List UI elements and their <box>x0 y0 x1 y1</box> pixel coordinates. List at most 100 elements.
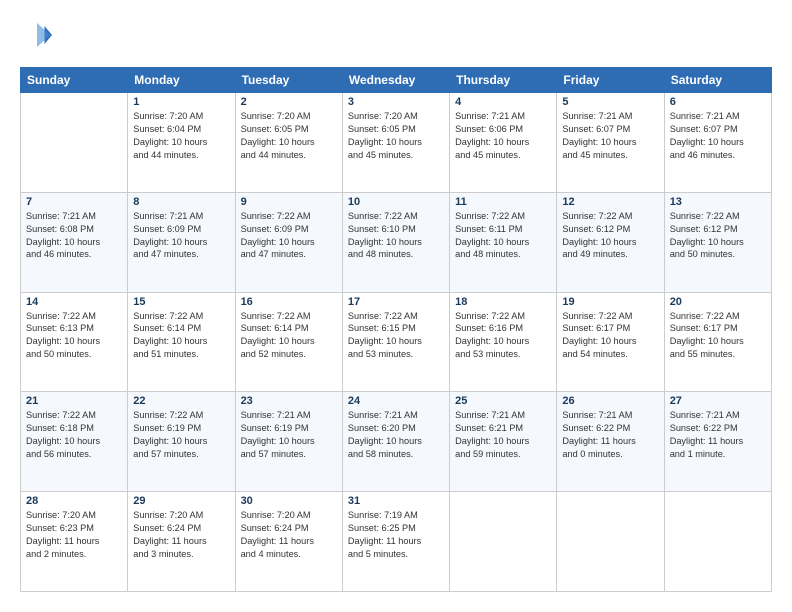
calendar-cell: 31 Sunrise: 7:19 AM Sunset: 6:25 PM Dayli… <box>342 492 449 592</box>
calendar-cell: 30Sunrise: 7:20 AM Sunset: 6:24 PM Dayli… <box>235 492 342 592</box>
day-info: Sunrise: 7:21 AM Sunset: 6:19 PM Dayligh… <box>241 409 337 461</box>
day-info: Sunrise: 7:22 AM Sunset: 6:17 PM Dayligh… <box>670 310 766 362</box>
weekday-header-thursday: Thursday <box>450 68 557 93</box>
logo-icon <box>22 20 52 50</box>
day-number: 28 <box>26 495 122 507</box>
weekday-header-wednesday: Wednesday <box>342 68 449 93</box>
day-info: Sunrise: 7:20 AM Sunset: 6:24 PM Dayligh… <box>133 509 229 561</box>
day-number: 8 <box>133 196 229 208</box>
day-info: Sunrise: 7:21 AM Sunset: 6:08 PM Dayligh… <box>26 210 122 262</box>
calendar-cell: 24 Sunrise: 7:21 AM Sunset: 6:20 PM Dayli… <box>342 392 449 492</box>
day-number: 16 <box>241 296 337 308</box>
day-info: Sunrise: 7:21 AM Sunset: 6:20 PM Dayligh… <box>348 409 444 461</box>
day-number: 25 <box>455 395 551 407</box>
calendar-cell: 9 Sunrise: 7:22 AM Sunset: 6:09 PM Daylig… <box>235 192 342 292</box>
day-info: Sunrise: 7:21 AM Sunset: 6:07 PM Dayligh… <box>562 110 658 162</box>
day-info: Sunrise: 7:22 AM Sunset: 6:16 PM Dayligh… <box>455 310 551 362</box>
day-number: 22 <box>133 395 229 407</box>
week-row-3: 14Sunrise: 7:22 AM Sunset: 6:13 PM Dayli… <box>21 292 772 392</box>
calendar-cell: 21 Sunrise: 7:22 AM Sunset: 6:18 PM Dayli… <box>21 392 128 492</box>
day-info: Sunrise: 7:20 AM Sunset: 6:23 PM Dayligh… <box>26 509 122 561</box>
calendar-cell: 26 Sunrise: 7:21 AM Sunset: 6:22 PM Dayli… <box>557 392 664 492</box>
day-number: 29 <box>133 495 229 507</box>
weekday-header-sunday: Sunday <box>21 68 128 93</box>
week-row-5: 28 Sunrise: 7:20 AM Sunset: 6:23 PM Dayli… <box>21 492 772 592</box>
header <box>20 20 772 55</box>
day-number: 13 <box>670 196 766 208</box>
day-number: 7 <box>26 196 122 208</box>
day-info: Sunrise: 7:20 AM Sunset: 6:04 PM Dayligh… <box>133 110 229 162</box>
day-number: 26 <box>562 395 658 407</box>
calendar-cell: 20 Sunrise: 7:22 AM Sunset: 6:17 PM Dayli… <box>664 292 771 392</box>
calendar-cell: 27 Sunrise: 7:21 AM Sunset: 6:22 PM Dayli… <box>664 392 771 492</box>
calendar-cell: 14Sunrise: 7:22 AM Sunset: 6:13 PM Dayli… <box>21 292 128 392</box>
calendar-cell: 22 Sunrise: 7:22 AM Sunset: 6:19 PM Dayli… <box>128 392 235 492</box>
calendar-cell: 16 Sunrise: 7:22 AM Sunset: 6:14 PM Dayli… <box>235 292 342 392</box>
calendar-cell: 10 Sunrise: 7:22 AM Sunset: 6:10 PM Dayli… <box>342 192 449 292</box>
day-number: 24 <box>348 395 444 407</box>
weekday-header-tuesday: Tuesday <box>235 68 342 93</box>
day-number: 1 <box>133 96 229 108</box>
day-info: Sunrise: 7:21 AM Sunset: 6:21 PM Dayligh… <box>455 409 551 461</box>
day-info: Sunrise: 7:21 AM Sunset: 6:22 PM Dayligh… <box>562 409 658 461</box>
day-number: 23 <box>241 395 337 407</box>
day-info: Sunrise: 7:22 AM Sunset: 6:18 PM Dayligh… <box>26 409 122 461</box>
calendar-cell: 28 Sunrise: 7:20 AM Sunset: 6:23 PM Dayli… <box>21 492 128 592</box>
week-row-1: 1 Sunrise: 7:20 AM Sunset: 6:04 PM Daylig… <box>21 93 772 193</box>
day-number: 30 <box>241 495 337 507</box>
day-info: Sunrise: 7:20 AM Sunset: 6:05 PM Dayligh… <box>348 110 444 162</box>
weekday-header-row: SundayMondayTuesdayWednesdayThursdayFrid… <box>21 68 772 93</box>
calendar-cell: 23 Sunrise: 7:21 AM Sunset: 6:19 PM Dayli… <box>235 392 342 492</box>
calendar-cell: 5Sunrise: 7:21 AM Sunset: 6:07 PM Daylig… <box>557 93 664 193</box>
week-row-2: 7 Sunrise: 7:21 AM Sunset: 6:08 PM Daylig… <box>21 192 772 292</box>
calendar-cell: 3 Sunrise: 7:20 AM Sunset: 6:05 PM Daylig… <box>342 93 449 193</box>
day-number: 20 <box>670 296 766 308</box>
day-number: 19 <box>562 296 658 308</box>
calendar-cell: 18 Sunrise: 7:22 AM Sunset: 6:16 PM Dayli… <box>450 292 557 392</box>
calendar-cell: 25 Sunrise: 7:21 AM Sunset: 6:21 PM Dayli… <box>450 392 557 492</box>
day-info: Sunrise: 7:22 AM Sunset: 6:12 PM Dayligh… <box>562 210 658 262</box>
calendar-cell: 2Sunrise: 7:20 AM Sunset: 6:05 PM Daylig… <box>235 93 342 193</box>
day-number: 31 <box>348 495 444 507</box>
calendar-cell: 6 Sunrise: 7:21 AM Sunset: 6:07 PM Daylig… <box>664 93 771 193</box>
day-info: Sunrise: 7:22 AM Sunset: 6:09 PM Dayligh… <box>241 210 337 262</box>
day-number: 6 <box>670 96 766 108</box>
day-number: 9 <box>241 196 337 208</box>
day-info: Sunrise: 7:21 AM Sunset: 6:09 PM Dayligh… <box>133 210 229 262</box>
calendar-cell: 19 Sunrise: 7:22 AM Sunset: 6:17 PM Dayli… <box>557 292 664 392</box>
day-info: Sunrise: 7:19 AM Sunset: 6:25 PM Dayligh… <box>348 509 444 561</box>
calendar-table: SundayMondayTuesdayWednesdayThursdayFrid… <box>20 67 772 592</box>
day-info: Sunrise: 7:22 AM Sunset: 6:19 PM Dayligh… <box>133 409 229 461</box>
day-info: Sunrise: 7:22 AM Sunset: 6:10 PM Dayligh… <box>348 210 444 262</box>
day-info: Sunrise: 7:21 AM Sunset: 6:22 PM Dayligh… <box>670 409 766 461</box>
calendar-cell <box>557 492 664 592</box>
calendar-cell: 4 Sunrise: 7:21 AM Sunset: 6:06 PM Daylig… <box>450 93 557 193</box>
calendar-cell: 8 Sunrise: 7:21 AM Sunset: 6:09 PM Daylig… <box>128 192 235 292</box>
day-number: 4 <box>455 96 551 108</box>
weekday-header-saturday: Saturday <box>664 68 771 93</box>
day-info: Sunrise: 7:22 AM Sunset: 6:14 PM Dayligh… <box>241 310 337 362</box>
day-number: 17 <box>348 296 444 308</box>
calendar-cell: 1 Sunrise: 7:20 AM Sunset: 6:04 PM Daylig… <box>128 93 235 193</box>
calendar-cell: 12 Sunrise: 7:22 AM Sunset: 6:12 PM Dayli… <box>557 192 664 292</box>
day-number: 11 <box>455 196 551 208</box>
day-number: 21 <box>26 395 122 407</box>
logo <box>20 20 52 55</box>
calendar-cell: 17 Sunrise: 7:22 AM Sunset: 6:15 PM Dayli… <box>342 292 449 392</box>
day-info: Sunrise: 7:22 AM Sunset: 6:15 PM Dayligh… <box>348 310 444 362</box>
day-number: 27 <box>670 395 766 407</box>
day-number: 2 <box>241 96 337 108</box>
weekday-header-monday: Monday <box>128 68 235 93</box>
calendar-cell <box>664 492 771 592</box>
calendar-cell <box>450 492 557 592</box>
day-number: 3 <box>348 96 444 108</box>
calendar-cell: 29 Sunrise: 7:20 AM Sunset: 6:24 PM Dayli… <box>128 492 235 592</box>
day-number: 12 <box>562 196 658 208</box>
day-info: Sunrise: 7:21 AM Sunset: 6:07 PM Dayligh… <box>670 110 766 162</box>
day-info: Sunrise: 7:21 AM Sunset: 6:06 PM Dayligh… <box>455 110 551 162</box>
day-info: Sunrise: 7:22 AM Sunset: 6:13 PM Dayligh… <box>26 310 122 362</box>
day-info: Sunrise: 7:22 AM Sunset: 6:17 PM Dayligh… <box>562 310 658 362</box>
day-number: 10 <box>348 196 444 208</box>
day-number: 18 <box>455 296 551 308</box>
day-number: 15 <box>133 296 229 308</box>
